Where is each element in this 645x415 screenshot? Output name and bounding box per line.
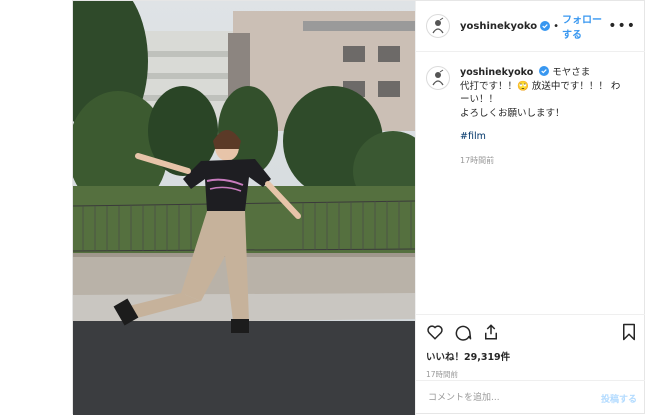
- post-comment-button[interactable]: 投稿する: [601, 392, 637, 405]
- follow-button[interactable]: フォロー する: [562, 11, 608, 41]
- comment-bar: 投稿する: [416, 380, 645, 415]
- comment-icon[interactable]: [454, 323, 472, 341]
- post-photo[interactable]: [73, 1, 415, 415]
- avatar-icon: [432, 69, 444, 86]
- header-separator: •: [553, 20, 559, 32]
- post-sidebar: yoshinekyoko • フォロー する ••• yoshinekyoko …: [415, 1, 645, 415]
- caption-area: yoshinekyoko モヤさま 代打です！！🙄 放送中です！！！ わ ーい！…: [416, 52, 645, 167]
- caption-avatar[interactable]: [426, 66, 450, 90]
- avatar[interactable]: [426, 14, 450, 38]
- caption-line: 代打です！！🙄 放送中です！！！ わ: [460, 80, 621, 92]
- caption-username[interactable]: yoshinekyoko: [460, 67, 533, 78]
- hashtag-link[interactable]: #film: [460, 130, 620, 144]
- action-bar: いいね！29,319件 17時間前: [416, 314, 645, 380]
- likes-count[interactable]: いいね！29,319件: [426, 349, 637, 363]
- photo-illustration: [73, 1, 415, 415]
- caption-line: よろしくお願いします！: [460, 107, 565, 119]
- action-icons: [426, 321, 637, 343]
- caption-timestamp: 17時間前: [460, 155, 495, 165]
- post-header: yoshinekyoko • フォロー する •••: [416, 1, 645, 52]
- verified-badge-icon: [539, 66, 550, 76]
- bookmark-icon[interactable]: [621, 323, 637, 341]
- avatar-icon: [432, 17, 444, 34]
- header-username[interactable]: yoshinekyoko: [460, 21, 537, 32]
- caption-row: yoshinekyoko モヤさま 代打です！！🙄 放送中です！！！ わ ーい！…: [426, 66, 636, 167]
- caption-greeting: モヤさま: [552, 67, 591, 78]
- verified-badge-icon: [540, 21, 551, 31]
- share-icon[interactable]: [482, 323, 500, 341]
- post-timestamp: 17時間前: [426, 370, 459, 379]
- comment-input[interactable]: [426, 392, 601, 404]
- instagram-post: yoshinekyoko • フォロー する ••• yoshinekyoko …: [72, 0, 645, 415]
- more-options-icon[interactable]: •••: [608, 18, 636, 34]
- heart-icon[interactable]: [426, 323, 444, 341]
- caption-text: yoshinekyoko モヤさま 代打です！！🙄 放送中です！！！ わ ーい！…: [460, 66, 620, 167]
- caption-line: ーい！！: [460, 94, 499, 105]
